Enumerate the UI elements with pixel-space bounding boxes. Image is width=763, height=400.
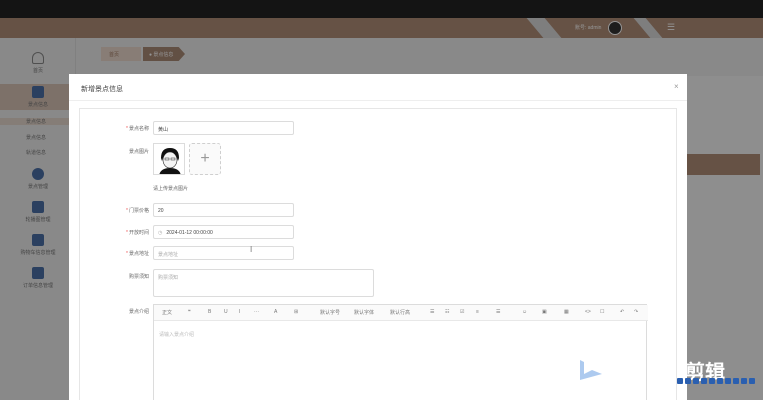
bold-icon[interactable]: B: [208, 309, 211, 315]
avatar-illustration: [154, 144, 184, 174]
redo-icon[interactable]: ↷: [634, 309, 638, 315]
text-cursor-icon: I: [250, 245, 253, 254]
line-height-select[interactable]: 默认行高: [390, 309, 410, 316]
bullet-list-icon[interactable]: ☰: [430, 309, 434, 315]
more-icon[interactable]: ···: [254, 309, 259, 315]
editor-placeholder: 请输入景点介绍: [159, 332, 195, 338]
tray-icon[interactable]: [717, 378, 723, 384]
tray-icon[interactable]: [733, 378, 739, 384]
close-icon[interactable]: ×: [674, 82, 679, 91]
tray-icon[interactable]: [693, 378, 699, 384]
image-icon[interactable]: ▣: [542, 309, 547, 315]
emoji-icon[interactable]: ☺: [522, 309, 527, 315]
clock-icon: ◷: [158, 230, 163, 236]
notice-label: 购票须知: [128, 274, 149, 280]
todo-icon[interactable]: ☑: [460, 309, 464, 315]
upload-plus-button[interactable]: +: [189, 143, 221, 175]
system-tray: [677, 378, 763, 388]
address-label: *景点地址: [126, 251, 149, 257]
undo-icon[interactable]: ↶: [620, 309, 624, 315]
editor-toolbar: 正文 ❝ B U I ··· A ⊞ 默认字号 默认字体 默认行高 ☰ ☷ ☑ …: [154, 305, 648, 321]
video-watermark-logo: [580, 360, 602, 380]
notice-textarea[interactable]: 购票须知: [153, 269, 374, 297]
image-label: 景点图片: [128, 149, 149, 155]
top-black-bar: [0, 0, 763, 18]
quote-icon[interactable]: ❝: [188, 309, 191, 315]
open-time-label: *开放时间: [126, 230, 149, 236]
font-color-icon[interactable]: A: [274, 309, 277, 315]
tray-icon[interactable]: [685, 378, 691, 384]
tray-icon[interactable]: [677, 378, 683, 384]
tray-icon[interactable]: [709, 378, 715, 384]
underline-icon[interactable]: U: [224, 309, 228, 315]
price-label: *门票价格: [126, 208, 149, 214]
upload-tip: 请上传景点图片: [153, 186, 189, 192]
uploaded-image[interactable]: [153, 143, 185, 175]
price-input[interactable]: 20: [153, 203, 294, 217]
intro-label: 景点介绍: [128, 309, 149, 315]
name-label: *景点名称: [126, 126, 149, 132]
italic-icon[interactable]: I: [239, 309, 240, 315]
paragraph-select[interactable]: 正文: [162, 309, 172, 316]
divider-icon[interactable]: ☐: [600, 309, 604, 315]
table-icon[interactable]: ▦: [564, 309, 569, 315]
rich-text-editor[interactable]: 正文 ❝ B U I ··· A ⊞ 默认字号 默认字体 默认行高 ☰ ☷ ☑ …: [153, 304, 648, 400]
address-input[interactable]: 景点地址: [153, 246, 294, 260]
code-icon[interactable]: <>: [585, 309, 591, 315]
open-time-picker[interactable]: ◷ 2024-01-12 00:00:00: [153, 225, 294, 239]
numbered-list-icon[interactable]: ☷: [445, 309, 449, 315]
name-input[interactable]: 黄山: [153, 121, 294, 135]
divider: [69, 100, 687, 101]
tray-icon[interactable]: [749, 378, 755, 384]
font-size-select[interactable]: 默认字号: [320, 309, 340, 316]
indent-icon[interactable]: ☰: [496, 309, 500, 315]
tray-icon[interactable]: [701, 378, 707, 384]
font-family-select[interactable]: 默认字体: [354, 309, 374, 316]
align-icon[interactable]: ≡: [476, 309, 479, 315]
tray-icon[interactable]: [741, 378, 747, 384]
tray-icon[interactable]: [725, 378, 731, 384]
background-color-icon[interactable]: ⊞: [294, 309, 298, 315]
dialog-title: 新增景点信息: [81, 86, 123, 93]
